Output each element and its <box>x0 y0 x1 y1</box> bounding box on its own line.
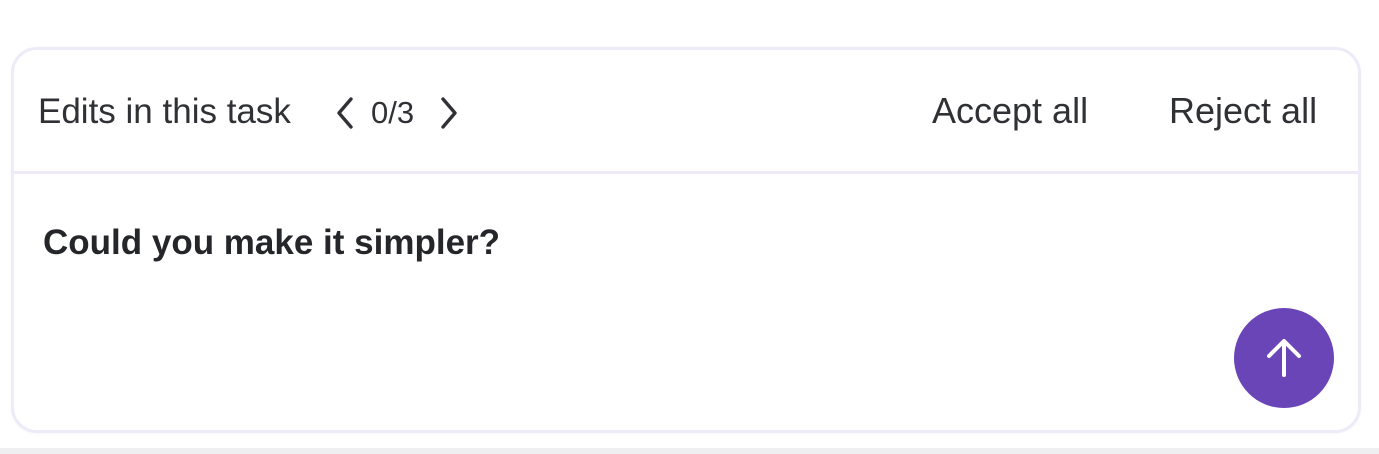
chevron-left-icon <box>337 97 353 129</box>
chevron-right-icon <box>441 97 457 129</box>
edits-title: Edits in this task <box>38 92 291 131</box>
edits-bar: Edits in this task 0/3 Accept all Reject… <box>14 50 1358 174</box>
bottom-divider <box>0 448 1379 454</box>
prompt-text[interactable]: Could you make it simpler? <box>43 220 500 266</box>
next-edit-button[interactable] <box>436 94 462 132</box>
reject-all-button[interactable]: Reject all <box>1169 88 1317 134</box>
prompt-input-area[interactable]: Could you make it simpler? <box>14 174 1358 430</box>
arrow-up-icon <box>1267 339 1301 377</box>
previous-edit-button[interactable] <box>332 94 358 132</box>
edit-counter: 0/3 <box>371 95 415 130</box>
send-button[interactable] <box>1234 308 1334 408</box>
accept-all-button[interactable]: Accept all <box>932 88 1088 134</box>
edits-card: Edits in this task 0/3 Accept all Reject… <box>11 47 1361 433</box>
